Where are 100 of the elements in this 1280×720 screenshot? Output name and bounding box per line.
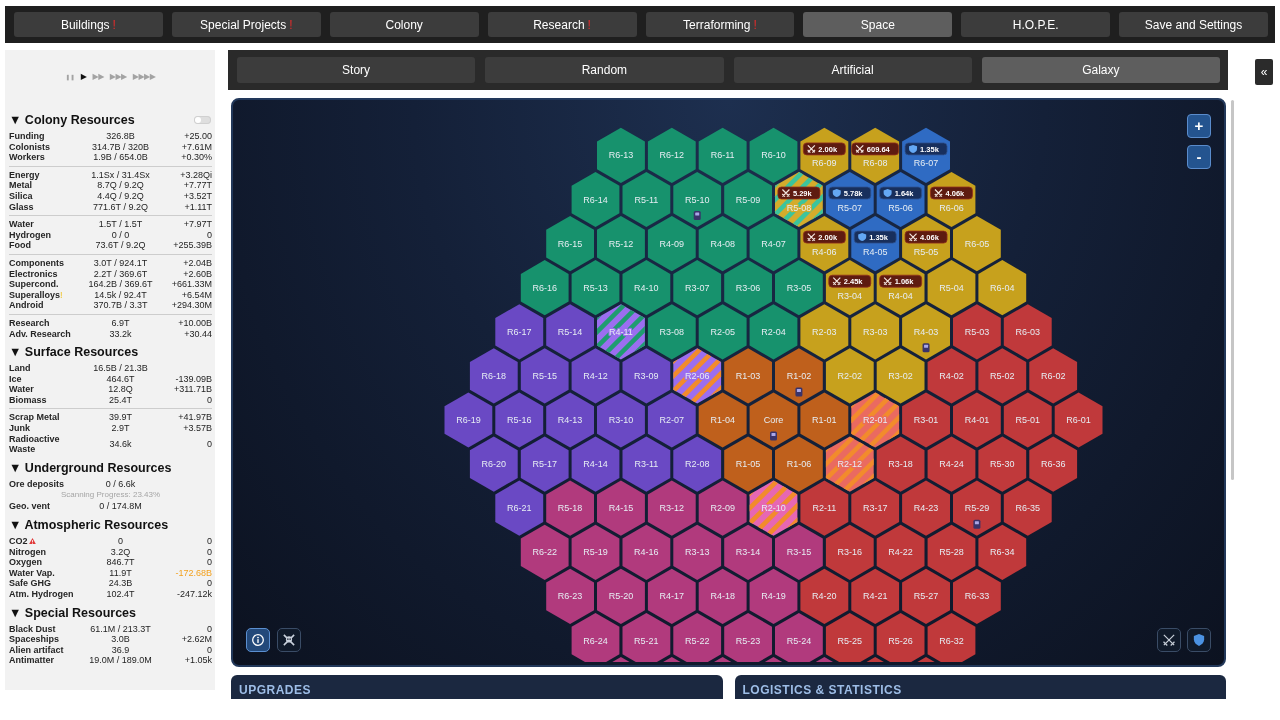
sector-hex[interactable]: R6-20 (469, 436, 518, 492)
sub-tab[interactable]: Galaxy (981, 57, 1220, 83)
sector-hex[interactable]: R2-08 (673, 436, 722, 492)
sector-hex[interactable]: R6-23 (546, 568, 594, 624)
sector-hex[interactable] (815, 657, 833, 662)
nav-tab[interactable]: Colony (329, 12, 479, 37)
sector-hex[interactable]: R5-01 (1003, 392, 1052, 448)
sector-hex[interactable]: R5-11 (622, 171, 671, 228)
sector-hex[interactable]: R6-19 (444, 392, 493, 448)
sector-hex[interactable]: R4-12 (571, 348, 620, 404)
sector-hex[interactable]: R2-06 (673, 348, 722, 404)
nav-tab[interactable]: Save and Settings (1119, 12, 1268, 37)
sector-hex[interactable]: R3-16 (825, 524, 874, 580)
collapse-button[interactable]: « (1255, 59, 1273, 85)
section-heading[interactable]: ▼ Special Resources (9, 605, 137, 620)
sub-tab[interactable]: Story (237, 57, 476, 83)
section-heading[interactable]: ▼ Underground Resources (9, 460, 172, 475)
sector-hex[interactable]: R6-11 (698, 127, 747, 183)
section-heading[interactable]: ▼ Atmospheric Resources (9, 518, 169, 533)
sector-hex[interactable]: R5-16 (495, 392, 544, 448)
sector-hex[interactable]: R6-17 (495, 304, 544, 360)
nav-tab[interactable]: Buildings ! (14, 12, 163, 37)
sector-hex[interactable]: R5-30 (978, 436, 1027, 492)
sector-hex[interactable] (714, 657, 732, 662)
nav-tab[interactable]: Terraforming ! (645, 12, 795, 37)
sector-hex[interactable] (612, 657, 630, 662)
sector-hex[interactable]: R4-08 (698, 216, 747, 272)
info-button[interactable] (246, 628, 270, 652)
sector-hex[interactable]: R6-13 (597, 127, 645, 183)
sector-hex[interactable]: R4-10 (622, 260, 671, 316)
sector-hex[interactable]: R5-14 (546, 304, 594, 360)
sector-hex[interactable]: R6-22 (520, 524, 569, 580)
sector-hex[interactable]: R5-23 (724, 612, 772, 662)
sector-hex[interactable]: R3-06 (724, 260, 772, 316)
sector-hex[interactable]: R4-15 (597, 480, 645, 536)
sector-hex[interactable]: R1-02 (775, 348, 823, 404)
sector-hex[interactable]: R5-22 (673, 612, 722, 662)
sector-hex[interactable]: R4-14 (571, 436, 620, 492)
sector-hex[interactable] (866, 657, 884, 662)
sector-hex[interactable]: R2-04 (749, 304, 798, 360)
sector-hex[interactable]: R4-23 (902, 480, 950, 536)
sector-hex[interactable]: R3-09 (622, 348, 671, 404)
sector-hex[interactable]: R4-20 (800, 568, 849, 624)
zoom-in-button[interactable]: + (1187, 114, 1211, 138)
sector-hex[interactable]: R5-03 (953, 304, 1001, 360)
sector-hex[interactable]: R3-13 (673, 524, 722, 580)
sector-hex[interactable]: R3-17 (851, 480, 900, 536)
sector-hex[interactable]: R2-07 (647, 392, 696, 448)
sector-hex[interactable]: R2-05 (698, 304, 747, 360)
sector-hex[interactable]: R4-13 (546, 392, 594, 448)
speed-button[interactable]: ▶ (80, 70, 87, 84)
sector-hex[interactable]: R5-26 (876, 612, 925, 662)
section-heading[interactable]: ▼ Surface Resources (9, 345, 139, 360)
sector-hex[interactable]: R1-04 (698, 392, 747, 448)
sector-hex[interactable]: R3-15 (775, 524, 823, 580)
section-heading[interactable]: ▼ Colony Resources (9, 113, 135, 127)
nav-tab[interactable]: Space (803, 12, 953, 37)
sector-hex[interactable]: R5-13 (571, 260, 620, 316)
sector-hex[interactable]: R3-05 (775, 260, 823, 316)
sector-hex[interactable]: R6-14 (571, 171, 620, 228)
sector-hex[interactable]: R6-12 (647, 127, 696, 183)
attack-filter-button[interactable] (1157, 628, 1181, 652)
nav-tab[interactable]: Research ! (487, 12, 637, 37)
sub-tab[interactable]: Random (485, 57, 724, 83)
sector-hex[interactable]: R3-18 (876, 436, 925, 492)
sector-hex[interactable]: R5-21 (622, 612, 671, 662)
sector-hex[interactable]: R3-08 (647, 304, 696, 360)
sector-hex[interactable]: R3-07 (673, 260, 722, 316)
sector-hex[interactable]: R4-19 (749, 568, 798, 624)
sector-hex[interactable]: R6-24 (571, 612, 620, 662)
sector-hex[interactable]: Core (749, 392, 798, 448)
sector-hex[interactable]: R5-18 (546, 480, 594, 536)
sector-hex[interactable]: R4-09 (647, 216, 696, 272)
sector-hex[interactable]: R1-01 (800, 392, 849, 448)
sector-hex[interactable]: R5-28 (927, 524, 976, 580)
sector-hex[interactable]: R2-11 (800, 480, 849, 536)
sector-hex[interactable] (663, 657, 681, 662)
sector-hex[interactable]: R4-02 (927, 348, 976, 404)
sector-hex[interactable]: R3-14 (724, 524, 772, 580)
sector-hex[interactable]: R6-01 (1054, 392, 1103, 448)
sector-hex[interactable]: R5-17 (520, 436, 569, 492)
sub-tab[interactable]: Artificial (733, 57, 972, 83)
sector-hex[interactable]: R6-34 (978, 524, 1027, 580)
sector-hex[interactable]: R3-01 (902, 392, 950, 448)
sector-hex[interactable]: R6-36 (1029, 436, 1078, 492)
sector-hex[interactable]: R2-09 (698, 480, 747, 536)
sector-hex[interactable]: R3-10 (597, 392, 645, 448)
sector-hex[interactable]: R6-21 (495, 480, 544, 536)
sector-hex[interactable]: R3-12 (647, 480, 696, 536)
sector-hex[interactable]: R1-03 (724, 348, 772, 404)
defense-filter-button[interactable] (1187, 628, 1211, 652)
sector-hex[interactable]: R5-09 (724, 171, 772, 228)
sector-hex[interactable]: R4-21 (851, 568, 900, 624)
sector-hex[interactable]: R6-33 (953, 568, 1001, 624)
sector-hex[interactable]: R6-18 (469, 348, 518, 404)
sector-hex[interactable]: R5-12 (597, 216, 645, 272)
sector-hex[interactable]: R6-10 (749, 127, 798, 183)
sector-hex[interactable]: R4-11 (597, 304, 645, 360)
sector-hex[interactable]: R5-15 (520, 348, 569, 404)
sector-hex[interactable]: R6-32 (927, 612, 976, 662)
